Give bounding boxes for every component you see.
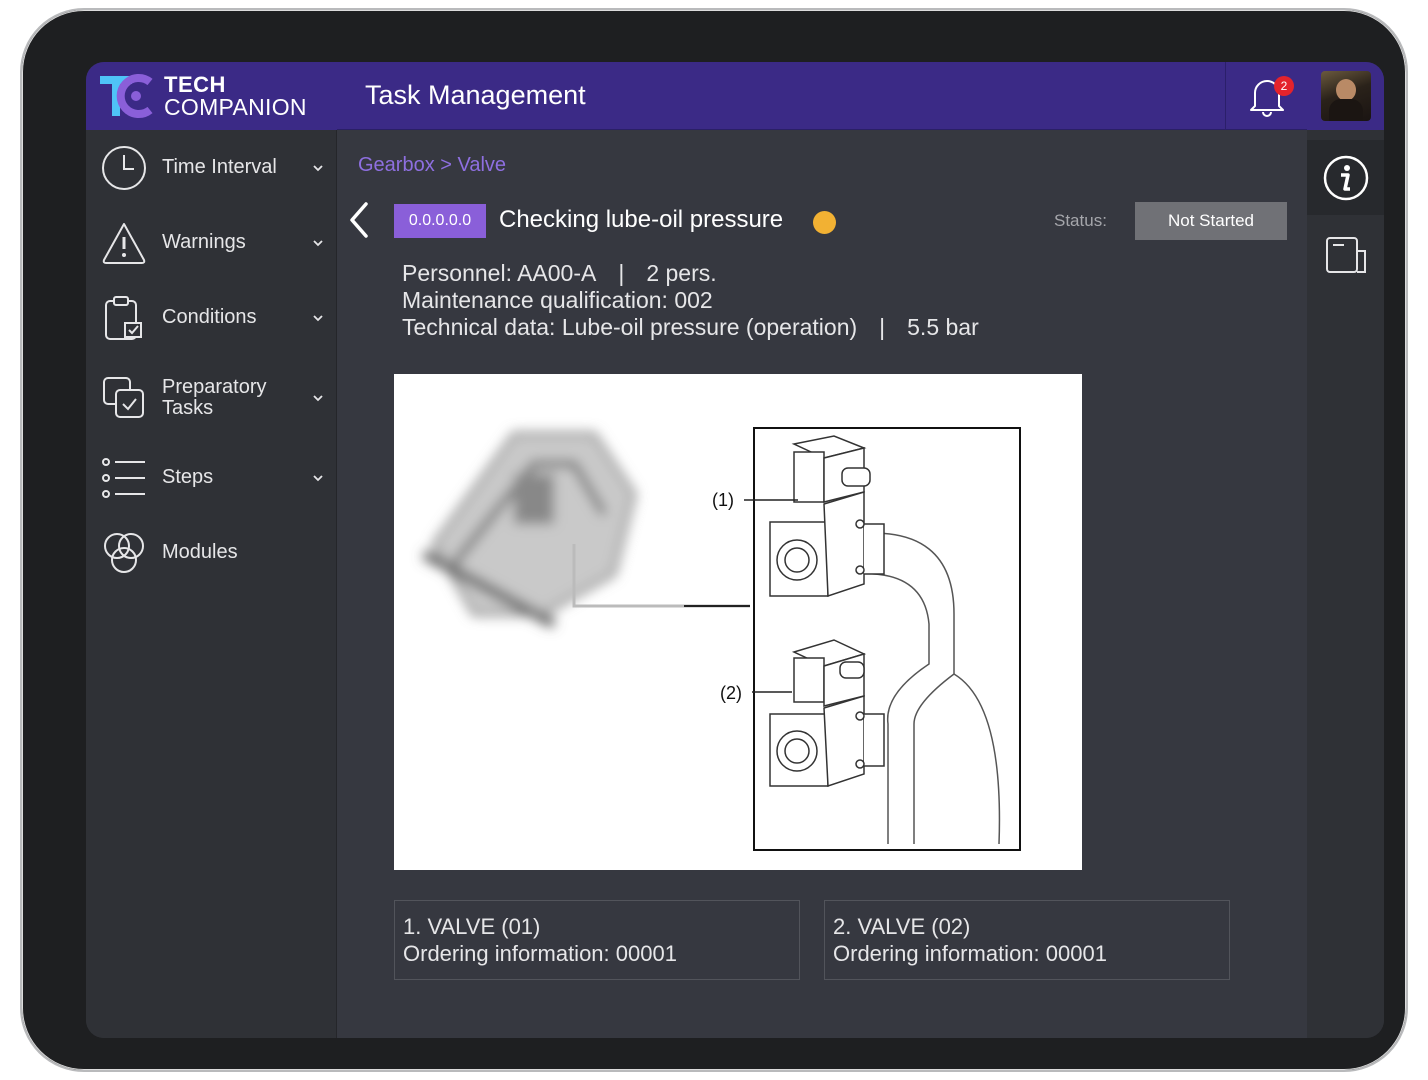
page-title: Task Management (365, 80, 586, 110)
sidebar-item-warnings[interactable]: Warnings (86, 205, 337, 280)
callout-2-label: (2) (720, 683, 742, 703)
brand-logo-icon (100, 74, 153, 118)
sidebar-item-modules[interactable]: Modules (86, 515, 337, 590)
part-name: 1. VALVE (01) (403, 914, 541, 939)
chevron-down-icon[interactable] (311, 161, 325, 175)
sidebar-item-label: Warnings (162, 231, 246, 253)
sidebar-item-label: Steps (162, 466, 214, 488)
callout-1-label: (1) (712, 490, 734, 510)
part-ordering-info: Ordering information: 00001 (833, 941, 1107, 966)
technical-illustration: (1) (2) (394, 374, 1082, 870)
sidebar-item-time-interval[interactable]: Time Interval (86, 130, 337, 205)
modules-icon (104, 532, 144, 573)
engine-overview-drawing (421, 432, 637, 629)
sidebar-item-label: Time Interval (162, 156, 277, 178)
sidebar-item-label: Conditions (162, 306, 257, 328)
user-menu[interactable] (1307, 62, 1384, 130)
task-code-badge: 0.0.0.0.0 (394, 204, 486, 238)
status-indicator-dot (813, 211, 836, 234)
task-meta: Personnel: AA00-A | 2 pers. Maintenance qu… (402, 260, 979, 340)
task-detail: Gearbox > Valve 0.0.0.0.0 Checking lube-… (337, 130, 1307, 1038)
chevron-down-icon[interactable] (311, 471, 325, 485)
sidebar-item-label: Modules (162, 541, 238, 563)
back-arrow-icon[interactable] (347, 200, 371, 240)
status-button[interactable]: Not Started (1135, 202, 1287, 240)
breadcrumb[interactable]: Gearbox > Valve (358, 154, 506, 177)
app-header: Task Management 2 (337, 62, 1307, 130)
sidebar-item-preparatory-tasks[interactable]: Preparatory Tasks (86, 355, 337, 440)
notifications-button[interactable]: 2 (1225, 62, 1307, 130)
list-icon (102, 457, 145, 498)
personnel-text: Personnel: AA00-A (402, 260, 597, 286)
brand-logo[interactable]: TECH COMPANION (86, 62, 337, 130)
preparatory-tasks-icon (103, 376, 144, 418)
task-title: Checking lube-oil pressure (499, 206, 784, 233)
clock-icon (102, 145, 146, 190)
part-name: 2. VALVE (02) (833, 914, 971, 939)
app-screen: TECH COMPANION Time Interval Warnings Co… (86, 62, 1384, 1038)
info-button[interactable] (1307, 140, 1384, 215)
valve-diagram: (1) (2) (421, 427, 1021, 851)
sidebar: TECH COMPANION Time Interval Warnings Co… (86, 62, 337, 1038)
sidebar-item-label-line2: Tasks (162, 396, 214, 419)
part-ordering-info: Ordering information: 00001 (403, 941, 677, 966)
brand-name-line1: TECH (164, 72, 226, 97)
clipboard-check-icon (105, 295, 142, 340)
tablet-frame: TECH COMPANION Time Interval Warnings Co… (20, 8, 1408, 1072)
info-icon (1323, 155, 1368, 200)
chevron-down-icon[interactable] (311, 391, 325, 405)
brand-name-line2: COMPANION (164, 94, 307, 120)
status-label: Status: (1054, 211, 1107, 230)
avatar[interactable] (1320, 71, 1371, 121)
sidebar-item-conditions[interactable]: Conditions (86, 280, 337, 355)
sidebar-item-steps[interactable]: Steps (86, 440, 337, 515)
right-toolbar (1307, 62, 1384, 1038)
notification-count-badge: 2 (1274, 76, 1294, 96)
panel-icon (1325, 236, 1366, 273)
part-card-1[interactable]: 1. VALVE (01) Ordering information: 0000… (394, 900, 800, 980)
technical-value-text: 5.5 bar (907, 314, 979, 340)
part-card-2[interactable]: 2. VALVE (02) Ordering information: 0000… (824, 900, 1230, 980)
technical-data-text: Technical data: Lube-oil pressure (opera… (402, 314, 858, 340)
side-panel-button[interactable] (1307, 217, 1384, 292)
sidebar-nav: Time Interval Warnings Conditions Prepar… (86, 130, 337, 590)
persons-text: 2 pers. (646, 260, 717, 286)
chevron-down-icon[interactable] (311, 236, 325, 250)
warning-icon (102, 222, 146, 264)
chevron-down-icon[interactable] (311, 311, 325, 325)
qualification-text: Maintenance qualification: 002 (402, 287, 713, 313)
sidebar-item-label-line1: Preparatory (162, 375, 267, 398)
